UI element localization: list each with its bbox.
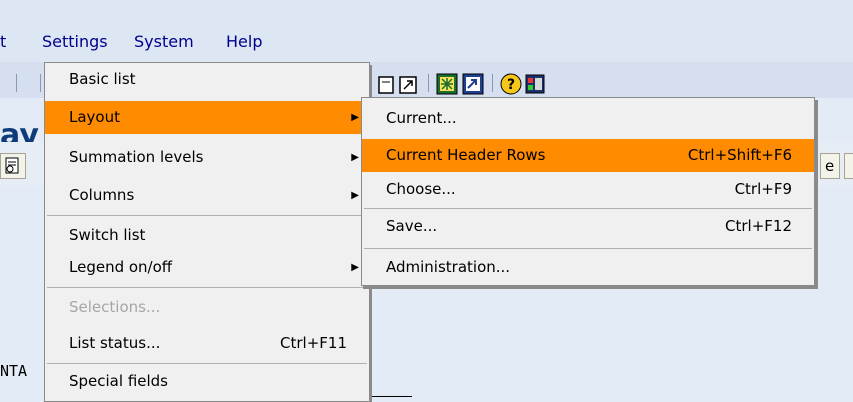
menu-item-basic-list[interactable]: Basic list [45,63,369,96]
menu-item-label: List status... [69,334,161,352]
menu-item-label: Choose... [386,180,456,198]
menu-item-label: Layout [69,108,120,126]
svg-text:?: ? [507,77,515,93]
customize-icon[interactable] [524,73,546,95]
menu-item-summation-levels[interactable]: Summation levels ▶ [45,141,369,174]
help-icon[interactable]: ? [500,73,522,95]
submenu-item-choose[interactable]: Choose... Ctrl+F9 [362,173,814,206]
menu-item-switch-list[interactable]: Switch list [45,219,369,252]
menu-edit-fragment[interactable]: t [0,32,6,51]
menu-item-columns[interactable]: Columns ▶ [45,179,369,212]
toolbar-separator [492,74,493,92]
menu-item-legend[interactable]: Legend on/off ▶ [45,251,369,284]
menu-item-layout[interactable]: Layout ▶ [45,101,369,134]
menu-item-shortcut: Ctrl+F12 [725,217,792,235]
submenu-arrow-icon: ▶ [351,112,359,123]
menu-separator [47,287,367,288]
toolbar-separator [40,74,41,92]
menu-item-label: Columns [69,186,135,204]
menu-item-label: Save... [386,217,438,235]
menu-item-label: Special fields [69,372,168,390]
menu-item-shortcut: Ctrl+F9 [734,180,792,198]
list-line [368,396,412,397]
app-toolbar-button-label: e [825,157,835,175]
settings-menu: Basic list Layout ▶ Summation levels ▶ C… [44,62,370,402]
menu-item-shortcut: Ctrl+Shift+F6 [687,146,792,164]
graphic-icon[interactable] [462,73,484,95]
menu-item-label: Current Header Rows [386,146,546,164]
menu-item-selections: Selections... [45,291,369,324]
layout-grid-icon[interactable] [436,73,458,95]
submenu-arrow-icon: ▶ [351,190,359,201]
menu-item-label: Current... [386,109,457,127]
menu-separator [47,363,367,364]
toolbar-separator [16,74,17,92]
menu-item-list-status[interactable]: List status... Ctrl+F11 [45,327,369,360]
menu-item-special-fields[interactable]: Special fields [45,365,369,398]
menu-item-label: Legend on/off [69,258,173,276]
menu-item-label: Summation levels [69,148,204,166]
toolbar-separator [428,74,429,92]
layout-submenu: Current... Current Header Rows Ctrl+Shif… [361,97,815,286]
submenu-arrow-icon: ▶ [351,262,359,273]
menu-item-label: Basic list [69,70,136,88]
menu-separator [364,208,812,209]
menu-help[interactable]: Help [226,32,262,51]
details-button[interactable] [0,153,26,179]
submenu-arrow-icon: ▶ [351,152,359,163]
menu-shadow [363,286,818,289]
menu-bar: t Settings System Help [0,0,853,62]
submenu-item-current-header-rows[interactable]: Current Header Rows Ctrl+Shift+F6 [362,139,814,172]
submenu-item-save[interactable]: Save... Ctrl+F12 [362,210,814,243]
submenu-item-current[interactable]: Current... [362,102,814,135]
app-toolbar-button[interactable] [844,153,853,179]
list-column-text: NTA [0,362,28,380]
menu-settings[interactable]: Settings [42,32,108,51]
create-session-icon[interactable] [376,74,398,96]
menu-separator [47,215,367,216]
shortcut-icon[interactable] [398,74,420,96]
menu-item-label: Administration... [386,258,511,276]
menu-item-shortcut: Ctrl+F11 [280,334,347,352]
submenu-item-administration[interactable]: Administration... [362,251,814,284]
app-toolbar-button[interactable]: e [820,153,840,179]
menu-shadow [815,100,818,289]
menu-item-label: Switch list [69,226,146,244]
menu-system[interactable]: System [134,32,194,51]
menu-item-label: Selections... [69,298,161,316]
menu-separator [364,248,812,249]
